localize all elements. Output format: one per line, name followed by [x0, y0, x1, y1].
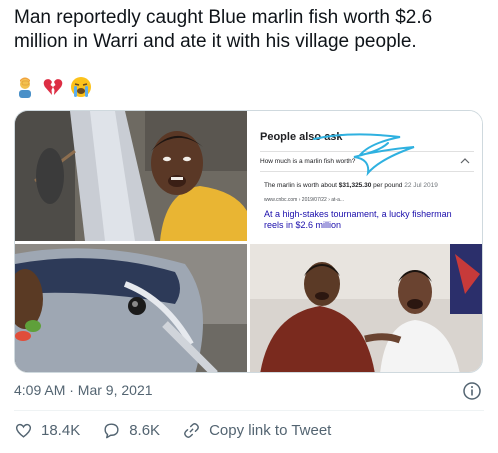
tweet-timestamp[interactable]: 4:09 AM · Mar 9, 2021 [14, 382, 153, 398]
info-icon[interactable] [462, 381, 482, 401]
scribble-annotation [313, 133, 415, 177]
heart-icon [15, 423, 32, 438]
reply-bubble-icon [104, 423, 119, 439]
tweet-text: Man reportedly caught Blue marlin fish w… [14, 7, 433, 52]
photo-two-men-laughing[interactable] [250, 244, 482, 372]
tweet-media-grid[interactable]: People also ask How much is a marlin fis… [14, 110, 483, 373]
people-also-ask-link[interactable]: At a high-stakes tournament, a lucky fis… [264, 209, 464, 231]
photo-people-also-ask-screenshot[interactable]: People also ask How much is a marlin fis… [250, 111, 482, 241]
people-also-ask-card: People also ask How much is a marlin fis… [250, 111, 482, 241]
link-icon [184, 423, 199, 438]
broken-heart-icon [42, 76, 64, 98]
photo-man-with-marlin[interactable] [15, 111, 247, 241]
tweet-actions: 18.4K 8.6K Copy link to Tweet [14, 421, 353, 440]
chevron-up-icon [460, 158, 470, 164]
divider [14, 410, 484, 411]
reply-button[interactable]: 8.6K [102, 421, 160, 440]
person-facepalming-icon [14, 76, 36, 98]
photo-marlin-head[interactable] [15, 244, 247, 372]
people-also-ask-answer: The marlin is worth about $31,325.30 per… [264, 182, 438, 189]
copy-link-button[interactable]: Copy link to Tweet [182, 421, 331, 440]
like-button[interactable]: 18.4K [14, 421, 80, 440]
emoji-row [14, 76, 92, 98]
copy-link-label: Copy link to Tweet [209, 422, 332, 439]
reply-count: 8.6K [129, 422, 161, 439]
loudly-crying-face-icon [70, 76, 92, 98]
people-also-ask-source: www.cnbc.com › 2019/07/22 › at-a... [264, 197, 345, 203]
like-count: 18.4K [41, 422, 81, 439]
